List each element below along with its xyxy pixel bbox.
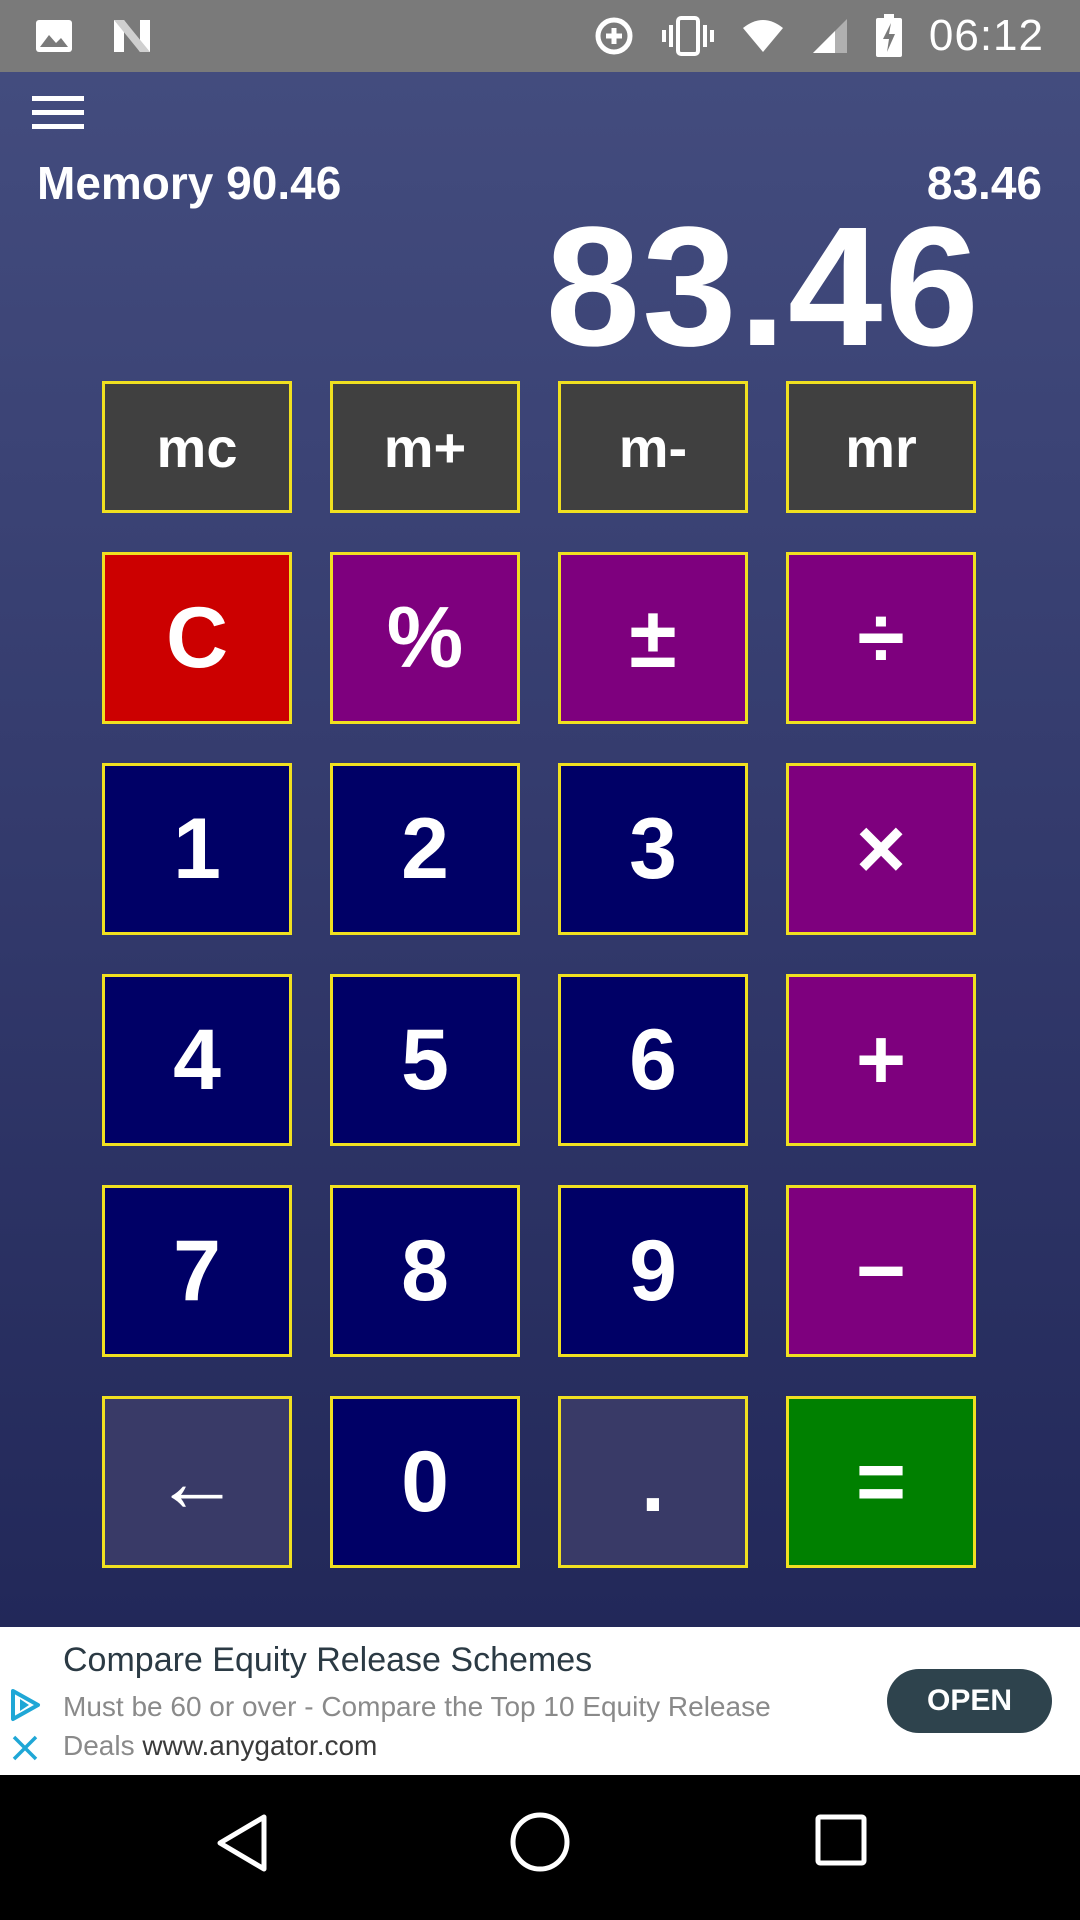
memory-subtract-button[interactable]: m- xyxy=(558,381,748,513)
vibrate-icon xyxy=(661,15,715,57)
ad-close-icon[interactable] xyxy=(10,1733,40,1768)
wifi-icon xyxy=(741,18,785,54)
clear-button[interactable]: C xyxy=(102,552,292,724)
equals-button[interactable]: = xyxy=(786,1396,976,1568)
percent-button[interactable]: % xyxy=(330,552,520,724)
digit-4-button[interactable]: 4 xyxy=(102,974,292,1146)
n-icon xyxy=(110,16,154,56)
plus-minus-button[interactable]: ± xyxy=(558,552,748,724)
status-bar: 06:12 xyxy=(0,0,1080,72)
divide-button[interactable]: ÷ xyxy=(786,552,976,724)
digit-3-button[interactable]: 3 xyxy=(558,763,748,935)
digit-1-button[interactable]: 1 xyxy=(102,763,292,935)
memory-clear-button[interactable]: mc xyxy=(102,381,292,513)
digit-8-button[interactable]: 8 xyxy=(330,1185,520,1357)
battery-charging-icon xyxy=(875,14,903,58)
signal-icon xyxy=(811,17,849,55)
digit-0-button[interactable]: 0 xyxy=(330,1396,520,1568)
memory-add-button[interactable]: m+ xyxy=(330,381,520,513)
home-icon[interactable] xyxy=(509,1811,571,1878)
keypad: mc m+ m- mr C % ± ÷ 1 2 3 × 4 5 6 + 7 8 … xyxy=(0,72,1080,1627)
digit-6-button[interactable]: 6 xyxy=(558,974,748,1146)
digit-9-button[interactable]: 9 xyxy=(558,1185,748,1357)
data-saver-icon xyxy=(593,15,635,57)
back-icon[interactable] xyxy=(214,1811,270,1880)
ad-banner[interactable]: Compare Equity Release Schemes Must be 6… xyxy=(0,1627,1080,1775)
calculator-app: Memory 90.46 83.46 83.46 mc m+ m- mr C %… xyxy=(0,72,1080,1627)
recents-icon[interactable] xyxy=(814,1813,868,1872)
navigation-bar xyxy=(0,1775,1080,1920)
ad-url[interactable]: www.anygator.com xyxy=(142,1730,377,1761)
multiply-button[interactable]: × xyxy=(786,763,976,935)
ad-body: Must be 60 or over - Compare the Top 10 … xyxy=(63,1687,843,1765)
clock: 06:12 xyxy=(928,11,1044,60)
ad-choices-icon[interactable] xyxy=(8,1687,42,1728)
backspace-button[interactable]: ← xyxy=(102,1396,292,1568)
image-icon xyxy=(34,18,74,54)
digit-5-button[interactable]: 5 xyxy=(330,974,520,1146)
memory-recall-button[interactable]: mr xyxy=(786,381,976,513)
subtract-button[interactable]: − xyxy=(786,1185,976,1357)
digit-7-button[interactable]: 7 xyxy=(102,1185,292,1357)
decimal-button[interactable]: . xyxy=(558,1396,748,1568)
digit-2-button[interactable]: 2 xyxy=(330,763,520,935)
add-button[interactable]: + xyxy=(786,974,976,1146)
ad-title[interactable]: Compare Equity Release Schemes xyxy=(63,1641,592,1680)
ad-open-button[interactable]: OPEN xyxy=(887,1669,1052,1733)
